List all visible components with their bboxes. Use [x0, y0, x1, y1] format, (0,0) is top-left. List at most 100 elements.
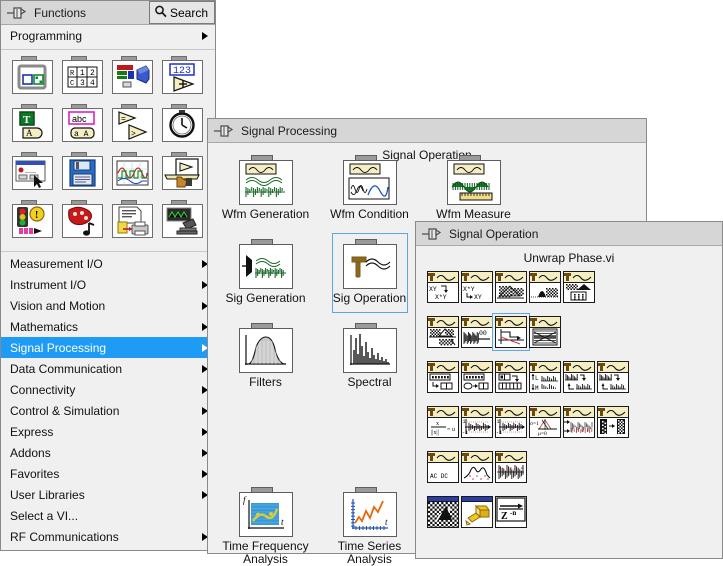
palette-item-filters[interactable]: Filters: [214, 323, 317, 389]
svg-text:M: M: [535, 385, 539, 391]
report-generation-folder[interactable]: [107, 200, 157, 248]
decimate-vi[interactable]: [427, 361, 459, 393]
sidebar-item-signal-processing[interactable]: Signal Processing: [1, 337, 215, 358]
cluster-class-variant-folder[interactable]: [107, 56, 157, 104]
sidebar-item-user-libraries[interactable]: User Libraries: [1, 484, 215, 505]
palette-item-time-frequency-analysis[interactable]: ft Time Frequency Analysis: [214, 487, 317, 566]
zero-padder-vi[interactable]: 00: [461, 316, 493, 348]
convolution-vi[interactable]: XY X*Y: [427, 271, 459, 303]
quantize-icon: 1 -1: [462, 418, 492, 437]
checker-vi[interactable]: [427, 496, 459, 528]
sidebar-item-instrument-i-o[interactable]: Instrument I/O: [1, 274, 215, 295]
microscope-icon: [161, 204, 203, 238]
vi-header-icon: [496, 452, 526, 463]
graphics-sound-folder[interactable]: [57, 200, 107, 248]
selected-item-highlight: [332, 233, 408, 313]
decimate-continuous-vi[interactable]: [461, 361, 493, 393]
ac-dc-estimator-vi[interactable]: AC DC: [427, 451, 459, 483]
array-to-cluster-vi[interactable]: [495, 361, 527, 393]
sidebar-item-data-communication[interactable]: Data Communication: [1, 358, 215, 379]
folder-shape: [238, 323, 293, 373]
sidebar-item-connectivity[interactable]: Connectivity: [1, 379, 215, 400]
palette-item-wfm-condition[interactable]: Wfm Condition: [318, 155, 421, 221]
pin-icon[interactable]: [6, 4, 28, 22]
application-control-folder[interactable]: [157, 152, 207, 200]
interpolate-vi[interactable]: [563, 361, 595, 393]
normalize-vi[interactable]: x ||x|| = u: [427, 406, 459, 438]
sidebar-item-favorites[interactable]: Favorites: [1, 463, 215, 484]
highlight-vi[interactable]: [461, 496, 493, 528]
resample-vi[interactable]: [529, 316, 561, 348]
vi-header-icon: [428, 317, 458, 328]
sidebar-item-vision-and-motion[interactable]: Vision and Motion: [1, 295, 215, 316]
deconv-matrix-vi[interactable]: [427, 316, 459, 348]
vi-tile: LM: [529, 361, 561, 393]
quantize-vi[interactable]: 1 -1: [461, 406, 493, 438]
pin-icon[interactable]: [421, 225, 443, 243]
search-icon: [154, 5, 167, 21]
waveform-folder[interactable]: [107, 152, 157, 200]
deconvolution-vi[interactable]: X*Y XY: [461, 271, 493, 303]
palette-item-spectral[interactable]: Spectral: [318, 323, 421, 389]
palette-item-wfm-measure[interactable]: Wfm Measure: [422, 155, 525, 221]
palette-item-label: Analysis: [347, 552, 392, 566]
interpolate-icon: [564, 373, 594, 392]
sidebar-item-rf-communications[interactable]: RF Communications: [1, 526, 215, 547]
conv-matrix-vi[interactable]: [563, 271, 595, 303]
decimate-2-vi[interactable]: [597, 361, 629, 393]
functions-palette[interactable]: Functions Search Programming R C 1 2 3 4 123 T A…: [0, 0, 216, 551]
autocorrelation-vi[interactable]: [529, 271, 561, 303]
pin-icon[interactable]: [213, 122, 235, 140]
signal-operation-palette[interactable]: Signal Operation Unwrap Phase.vi XY X*Y X…: [415, 221, 723, 559]
normalize-sigma-vi[interactable]: σ=1 μ=0: [529, 406, 561, 438]
cross-correlation-icon: [496, 283, 526, 302]
sidebar-item-programming[interactable]: Programming: [1, 25, 215, 47]
scaled-noise-vi[interactable]: [563, 406, 595, 438]
vi-tile: [563, 271, 595, 303]
string-folder[interactable]: abc a A: [57, 104, 107, 152]
vi-tile: [495, 271, 527, 303]
svg-text:abc: abc: [72, 114, 87, 124]
lm-resample-icon: LM: [530, 373, 560, 392]
svg-text:t: t: [385, 517, 388, 527]
vi-header-icon: [428, 272, 458, 283]
search-button[interactable]: Search: [148, 1, 215, 24]
wfm-generation-icon: [238, 160, 293, 205]
boolean-folder[interactable]: TA: [7, 104, 57, 152]
palette-item-wfm-generation[interactable]: Wfm Generation: [214, 155, 317, 221]
svg-text:00: 00: [479, 330, 487, 337]
array-convert-vi[interactable]: [597, 406, 629, 438]
sidebar-item-control-simulation[interactable]: Control & Simulation: [1, 400, 215, 421]
sidebar-item-select-a-vi[interactable]: Select a VI...: [1, 505, 215, 526]
peak-detect-vi[interactable]: [461, 451, 493, 483]
dialog-user-interface-folder[interactable]: ___: [7, 152, 57, 200]
folder-shape: t: [342, 487, 397, 537]
palette-item-label: Spectral: [347, 375, 392, 389]
cross-correlation-vi[interactable]: [495, 271, 527, 303]
divider-2: [1, 251, 215, 252]
measurement-folder[interactable]: [157, 200, 207, 248]
structures-folder[interactable]: [7, 56, 57, 104]
sidebar-item-express[interactable]: Express: [1, 421, 215, 442]
sidebar-item-label: Connectivity: [10, 382, 76, 397]
sidebar-item-measurement-i-o[interactable]: Measurement I/O: [1, 253, 215, 274]
programming-icon-grid[interactable]: R C 1 2 3 4 123 T Aabc a A = > ___!: [1, 51, 215, 248]
comparison-folder[interactable]: = >: [107, 104, 157, 152]
threshold-peak-vi[interactable]: [495, 451, 527, 483]
folder-shape: [238, 239, 293, 289]
palette-item-time-series-analysis[interactable]: t Time Series Analysis: [318, 487, 421, 566]
file-io-folder[interactable]: [57, 152, 107, 200]
sidebar-item-mathematics[interactable]: Mathematics: [1, 316, 215, 337]
functions-menu-list[interactable]: Measurement I/O Instrument I/O Vision and …: [1, 253, 215, 547]
palette-item-sig-generation[interactable]: Sig Generation: [214, 239, 317, 305]
quantize-2-vi[interactable]: 1 -1: [495, 406, 527, 438]
synchronization-folder[interactable]: !: [7, 200, 57, 248]
lm-resample-vi[interactable]: LM: [529, 361, 561, 393]
vi-tile: AC DC: [427, 451, 459, 483]
palette-item-label: Filters: [249, 375, 282, 389]
timing-folder[interactable]: [157, 104, 207, 152]
numeric-folder[interactable]: 123: [157, 56, 207, 104]
array-folder[interactable]: RC1234: [57, 56, 107, 104]
sidebar-item-addons[interactable]: Addons: [1, 442, 215, 463]
z-transform-vi[interactable]: Z -n: [495, 496, 527, 528]
